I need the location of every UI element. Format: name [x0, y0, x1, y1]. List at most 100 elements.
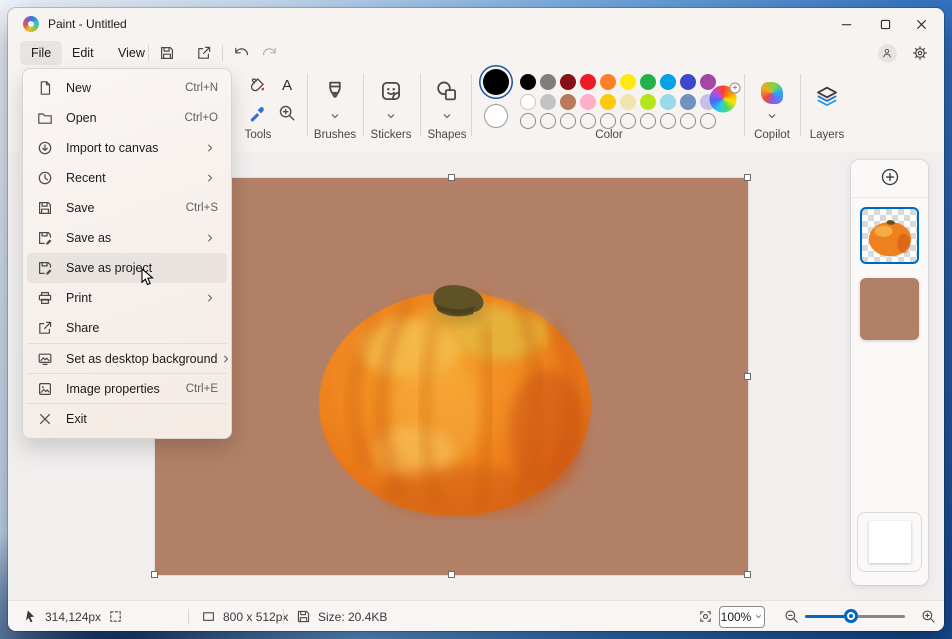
layers-icon[interactable]: [815, 85, 839, 109]
background-layer-slot[interactable]: [857, 512, 922, 572]
copilot-button[interactable]: [761, 82, 783, 104]
menu-item-share[interactable]: Share: [27, 313, 227, 343]
palette-empty-slot[interactable]: [680, 113, 696, 129]
palette-color-swatch[interactable]: [620, 74, 636, 90]
palette-color-swatch[interactable]: [600, 94, 616, 110]
palette-color-swatch[interactable]: [520, 94, 536, 110]
account-button[interactable]: [874, 42, 900, 64]
close-button[interactable]: [900, 8, 942, 40]
menu-item-import-to-canvas[interactable]: Import to canvas: [27, 133, 227, 163]
palette-color-swatch[interactable]: [680, 94, 696, 110]
palette-color-swatch[interactable]: [640, 74, 656, 90]
shapes-chevron-down-icon[interactable]: [441, 110, 453, 122]
add-layer-button[interactable]: [878, 167, 902, 191]
palette-color-swatch[interactable]: [580, 74, 596, 90]
saveas-icon: [37, 230, 53, 246]
stickers-button[interactable]: [379, 79, 403, 103]
window-title: Paint - Untitled: [48, 17, 127, 31]
canvas-handle-right[interactable]: [744, 373, 751, 380]
palette-empty-slot[interactable]: [600, 113, 616, 129]
copilot-chevron-down-icon[interactable]: [766, 110, 778, 122]
palette-color-swatch[interactable]: [580, 94, 596, 110]
cursor-position-icon: [23, 609, 38, 624]
brushes-chevron-down-icon[interactable]: [329, 110, 341, 122]
fill-tool-button[interactable]: [245, 73, 269, 97]
fit-to-screen-button[interactable]: [692, 606, 718, 628]
settings-button[interactable]: [907, 42, 933, 64]
menu-item-set-as-desktop-background[interactable]: Set as desktop background: [27, 343, 227, 373]
menu-item-recent[interactable]: Recent: [27, 163, 227, 193]
save-icon: [37, 200, 53, 216]
canvas-handle-top-right[interactable]: [744, 174, 751, 181]
import-icon: [37, 140, 53, 156]
palette-color-swatch[interactable]: [540, 94, 556, 110]
palette-empty-slot[interactable]: [560, 113, 576, 129]
palette-color-swatch[interactable]: [600, 74, 616, 90]
redo-button[interactable]: [257, 42, 283, 64]
secondary-color-swatch[interactable]: [484, 104, 508, 128]
minimize-button[interactable]: [825, 8, 867, 40]
canvas-handle-bottom-center[interactable]: [448, 571, 455, 578]
edit-colors-button[interactable]: +: [710, 86, 737, 113]
palette-color-swatch[interactable]: [660, 74, 676, 90]
zoom-out-button[interactable]: [778, 606, 804, 628]
palette-empty-slot[interactable]: [580, 113, 596, 129]
layer-thumbnail-background-color[interactable]: [860, 278, 919, 340]
palette-color-swatch[interactable]: [660, 94, 676, 110]
doc-icon: [37, 80, 53, 96]
paint-canvas[interactable]: [155, 178, 748, 575]
menu-item-open[interactable]: Open Ctrl+O: [27, 103, 227, 133]
menu-item-shortcut: Ctrl+N: [185, 82, 218, 94]
palette-empty-slot[interactable]: [540, 113, 556, 129]
stickers-chevron-down-icon[interactable]: [385, 110, 397, 122]
file-menu-button[interactable]: File: [20, 41, 62, 65]
palette-color-swatch[interactable]: [640, 94, 656, 110]
eyedropper-icon: [248, 104, 266, 122]
zoom-in-button[interactable]: [915, 606, 941, 628]
layer-thumbnail-pumpkin[interactable]: [860, 207, 919, 264]
share-button[interactable]: [191, 42, 217, 64]
undo-button[interactable]: [228, 42, 254, 64]
palette-empty-slot[interactable]: [660, 113, 676, 129]
printer-icon: [37, 290, 53, 306]
menu-item-print[interactable]: Print: [27, 283, 227, 313]
canvas-handle-bottom-right[interactable]: [744, 571, 751, 578]
shapes-button[interactable]: [435, 79, 459, 103]
saveas-icon: [37, 260, 53, 276]
menu-item-image-properties[interactable]: Image propertiesCtrl+E: [27, 373, 227, 403]
layers-panel-header: [851, 160, 928, 198]
text-tool-button[interactable]: A: [275, 73, 299, 97]
palette-color-swatch[interactable]: [540, 74, 556, 90]
menu-item-save-as[interactable]: Save as: [27, 223, 227, 253]
palette-empty-slot[interactable]: [520, 113, 536, 129]
canvas-handle-bottom-left[interactable]: [151, 571, 158, 578]
magnifier-tool-button[interactable]: [275, 101, 299, 125]
brushes-button[interactable]: [323, 79, 347, 103]
stickers-label: Stickers: [371, 129, 412, 141]
menu-item-shortcut: Ctrl+O: [184, 112, 218, 124]
palette-empty-slot[interactable]: [620, 113, 636, 129]
zoom-slider-thumb[interactable]: [844, 609, 858, 623]
save-button[interactable]: [154, 42, 180, 64]
palette-empty-slot[interactable]: [700, 113, 716, 129]
edit-menu-button[interactable]: Edit: [61, 41, 105, 65]
palette-color-swatch[interactable]: [560, 94, 576, 110]
primary-color-swatch[interactable]: [483, 69, 509, 95]
imageprops-icon: [37, 381, 53, 397]
eyedropper-tool-button[interactable]: [245, 101, 269, 125]
palette-color-swatch[interactable]: [520, 74, 536, 90]
menu-item-exit[interactable]: Exit: [27, 403, 227, 433]
menu-item-save-as-project[interactable]: Save as project: [27, 253, 227, 283]
palette-color-swatch[interactable]: [560, 74, 576, 90]
menu-item-label: Open: [66, 111, 97, 125]
toolbar-divider-4: [471, 74, 472, 136]
palette-empty-slot[interactable]: [640, 113, 656, 129]
fill-bucket-icon: [248, 76, 266, 94]
palette-color-swatch[interactable]: [620, 94, 636, 110]
menu-item-new[interactable]: New Ctrl+N: [27, 73, 227, 103]
zoom-level-dropdown[interactable]: 100%: [719, 606, 765, 628]
palette-color-swatch[interactable]: [680, 74, 696, 90]
menu-item-save[interactable]: SaveCtrl+S: [27, 193, 227, 223]
menu-item-label: New: [66, 81, 91, 95]
canvas-handle-top-center[interactable]: [448, 174, 455, 181]
